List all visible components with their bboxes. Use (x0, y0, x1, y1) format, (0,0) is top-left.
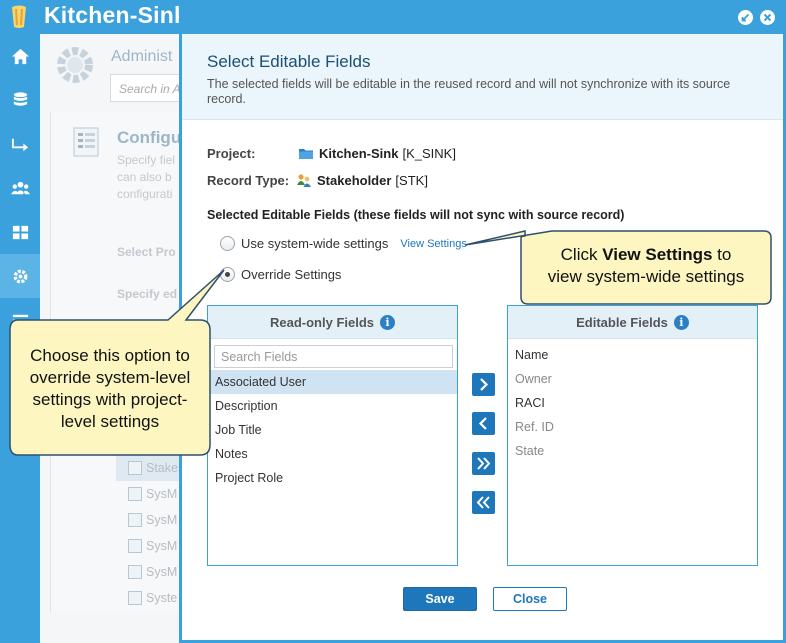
readonly-fields-panel: Read-only Fields i Search Fields Associat… (207, 305, 458, 566)
override-label: Override Settings (241, 267, 342, 282)
system-wide-label: Use system-wide settings (241, 236, 389, 251)
double-chevron-right-icon (477, 457, 491, 470)
project-value: Kitchen-Sink [K_SINK] (298, 146, 456, 161)
list-item[interactable]: SysM (116, 481, 180, 507)
system-icon (128, 591, 142, 605)
editable-fields-header: Editable Fields i (508, 306, 757, 339)
list-item[interactable]: State (508, 439, 757, 463)
override-callout-text: Choose this option to override system-le… (29, 346, 191, 431)
list-item[interactable]: Owner (508, 367, 757, 391)
stakeholder-icon (128, 461, 142, 475)
list-item[interactable]: Job Title (208, 418, 457, 442)
minimize-icon (741, 13, 750, 22)
app-title: Kitchen-Sink (44, 2, 187, 28)
readonly-fields-header: Read-only Fields i (208, 306, 457, 339)
double-chevron-left-icon (476, 496, 490, 509)
info-icon[interactable]: i (673, 314, 689, 330)
list-item[interactable]: SysM (116, 507, 180, 533)
config-description: Specify fiel can also b configurati (117, 153, 176, 201)
arrow-right-icon (11, 138, 28, 151)
list-item[interactable]: Project Role (208, 466, 457, 490)
modal-header: Select Editable Fields The selected fiel… (182, 34, 783, 120)
sysml-icon (128, 513, 142, 527)
editable-fields-panel: Editable Fields i Name Owner RACI Ref. ID… (507, 305, 758, 566)
nav-dashboard[interactable] (0, 210, 40, 254)
override-radio[interactable] (220, 267, 235, 282)
move-left-button[interactable] (472, 412, 495, 435)
list-item[interactable]: Stakeh (116, 455, 180, 481)
search-fields-input[interactable]: Search Fields (214, 345, 453, 368)
list-item[interactable]: SysM (116, 559, 180, 585)
list-item[interactable]: Associated User (208, 370, 457, 394)
config-title: Configu (117, 128, 182, 147)
grid-icon (12, 225, 28, 239)
close-x-button[interactable] (760, 10, 775, 25)
home-icon (11, 48, 29, 64)
folder-icon (299, 149, 313, 159)
modal-title: Select Editable Fields (207, 52, 371, 71)
modal-topbar (179, 0, 786, 34)
list-item[interactable]: Ref. ID (508, 415, 757, 439)
stakeholder-icon (297, 174, 311, 187)
project-name: Kitchen-Sink (319, 146, 399, 161)
editable-fields-section-title: Selected Editable Fields (these fields w… (207, 208, 625, 222)
nav-menu[interactable] (0, 298, 40, 342)
save-button[interactable]: Save (403, 587, 477, 611)
gear-icon (13, 269, 27, 283)
move-right-button[interactable] (472, 373, 495, 396)
chevron-left-icon (478, 417, 487, 430)
chevron-right-icon (480, 378, 489, 391)
sysml-icon (128, 487, 142, 501)
select-editable-fields-dialog: Select Editable Fields The selected fiel… (179, 34, 786, 643)
minimize-button[interactable] (738, 10, 753, 25)
users-icon (10, 181, 30, 194)
nav-admin[interactable] (0, 254, 40, 298)
close-button[interactable]: Close (493, 587, 567, 611)
record-type-name: Stakeholder (317, 173, 392, 188)
specify-label: Specify ed (117, 287, 178, 301)
use-system-wide-option[interactable]: Use system-wide settings View Settings (220, 236, 467, 251)
list-item[interactable]: RACI (508, 391, 757, 415)
list-item[interactable]: Syste (116, 585, 180, 611)
system-wide-radio[interactable] (220, 236, 235, 251)
sysml-icon (128, 565, 142, 579)
view-settings-link[interactable]: View Settings (400, 238, 466, 250)
document-icon (73, 127, 99, 157)
list-item[interactable]: Notes (208, 442, 457, 466)
info-icon[interactable]: i (380, 314, 396, 330)
select-project-label: Select Pro (117, 245, 176, 259)
sidebar-nav (0, 34, 40, 643)
nav-relations[interactable] (0, 122, 40, 166)
nav-home[interactable] (0, 34, 40, 78)
list-item[interactable]: Description (208, 394, 457, 418)
move-all-left-button[interactable] (472, 491, 495, 514)
menu-icon (12, 314, 28, 327)
record-type-value: Stakeholder [STK] (296, 173, 428, 188)
record-type-label: Record Type: (207, 173, 290, 188)
override-settings-option[interactable]: Override Settings (220, 267, 341, 282)
modal-description: The selected fields will be editable in … (207, 77, 731, 106)
close-icon (763, 13, 772, 22)
sysml-icon (128, 539, 142, 553)
admin-title: Administ (111, 48, 173, 65)
list-item[interactable]: SysM (116, 533, 180, 559)
admin-search-input[interactable]: Search in A (110, 74, 190, 102)
record-type-key: [STK] (395, 173, 428, 188)
nav-users[interactable] (0, 166, 40, 210)
record-type-list: Stakeh SysM SysM SysM SysM Syste (116, 455, 180, 611)
view-settings-callout-text: Click View Settings to view system-wide … (547, 245, 745, 286)
move-all-right-button[interactable] (472, 452, 495, 475)
app-logo-icon (12, 5, 26, 28)
nav-database[interactable] (0, 78, 40, 122)
list-item[interactable]: Name (508, 343, 757, 367)
admin-gear-icon (57, 47, 93, 83)
project-label: Project: (207, 146, 256, 161)
database-icon (13, 91, 27, 106)
project-key: [K_SINK] (402, 146, 456, 161)
